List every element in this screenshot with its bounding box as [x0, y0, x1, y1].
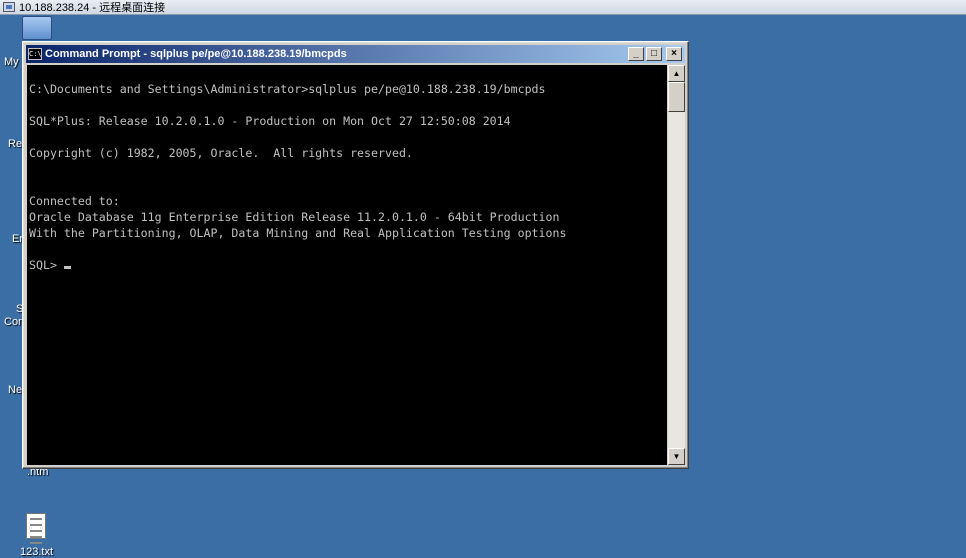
minimize-button[interactable]: _ [628, 47, 644, 61]
scroll-thumb[interactable] [668, 82, 685, 112]
close-button[interactable]: × [666, 47, 682, 61]
vertical-scrollbar[interactable]: ▲ ▼ [668, 65, 685, 465]
desktop-label-my[interactable]: My [4, 56, 19, 68]
desktop-label-txt[interactable]: 123.txt [20, 546, 53, 558]
command-prompt-icon[interactable]: C:\ [28, 48, 42, 60]
command-prompt-window: C:\ Command Prompt - sqlplus pe/pe@10.18… [22, 41, 689, 469]
maximize-button[interactable]: □ [646, 47, 662, 61]
console-line-command: C:\Documents and Settings\Administrator>… [29, 82, 546, 96]
text-cursor [63, 266, 71, 269]
scroll-down-button[interactable]: ▼ [668, 448, 685, 465]
remote-desktop-titlebar: 10.188.238.24 - 远程桌面连接 [0, 0, 966, 15]
text-file-icon[interactable] [26, 513, 46, 544]
console-line-database: Oracle Database 11g Enterprise Edition R… [29, 210, 560, 224]
console-line-sqlplus-release: SQL*Plus: Release 10.2.0.1.0 - Productio… [29, 114, 511, 128]
sql-prompt: SQL> [29, 258, 57, 272]
window-title: Command Prompt - sqlplus pe/pe@10.188.23… [45, 48, 347, 60]
console-output[interactable]: C:\Documents and Settings\Administrator>… [27, 65, 667, 465]
remote-desktop-title: 10.188.238.24 - 远程桌面连接 [19, 2, 166, 14]
scroll-up-button[interactable]: ▲ [668, 65, 685, 82]
console-line-connected: Connected to: [29, 194, 120, 208]
my-computer-icon[interactable] [22, 16, 52, 40]
remote-desktop-icon [3, 2, 15, 12]
console-line-options: With the Partitioning, OLAP, Data Mining… [29, 226, 567, 240]
desktop-label-re[interactable]: Re [8, 138, 22, 150]
window-titlebar[interactable]: C:\ Command Prompt - sqlplus pe/pe@10.18… [26, 45, 685, 63]
console-line-prompt[interactable]: SQL> [29, 257, 71, 273]
console-line-copyright: Copyright (c) 1982, 2005, Oracle. All ri… [29, 146, 413, 160]
desktop-label-ne[interactable]: Ne [8, 384, 22, 396]
